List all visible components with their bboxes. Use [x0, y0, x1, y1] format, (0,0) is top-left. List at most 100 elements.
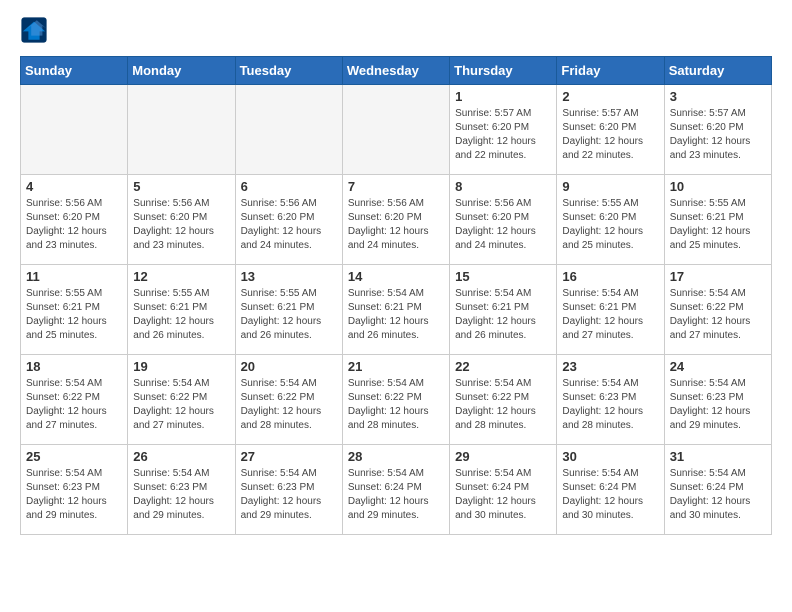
day-cell: 14 Sunrise: 5:54 AM Sunset: 6:21 PM Dayli… [342, 265, 449, 355]
day-cell: 22Sunrise: 5:54 AM Sunset: 6:22 PM Dayli… [450, 355, 557, 445]
logo [20, 16, 50, 44]
day-number: 6 [241, 179, 337, 194]
day-detail: Sunrise: 5:55 AM Sunset: 6:20 PM Dayligh… [562, 197, 658, 253]
day-detail: Sunrise: 5:55 AM Sunset: 6:21 PM Dayligh… [670, 197, 766, 253]
day-detail: Sunrise: 5:57 AM Sunset: 6:20 PM Dayligh… [455, 107, 551, 163]
day-number: 15 [455, 269, 551, 284]
day-number: 27 [241, 449, 337, 464]
day-cell [128, 85, 235, 175]
day-cell: 15 Sunrise: 5:54 AM Sunset: 6:21 PM Dayli… [450, 265, 557, 355]
day-cell: 16 Sunrise: 5:54 AM Sunset: 6:21 PM Dayli… [557, 265, 664, 355]
day-number: 11 [26, 269, 122, 284]
header [20, 16, 772, 44]
day-cell [235, 85, 342, 175]
day-detail: Sunrise: 5:56 AM Sunset: 6:20 PM Dayligh… [26, 197, 122, 253]
day-number: 29 [455, 449, 551, 464]
day-detail: Sunrise: 5:54 AM Sunset: 6:23 PM Dayligh… [133, 467, 229, 523]
day-detail: Sunrise: 5:54 AM Sunset: 6:23 PM Dayligh… [241, 467, 337, 523]
logo-icon [20, 16, 48, 44]
day-cell: 4 Sunrise: 5:56 AM Sunset: 6:20 PM Daylig… [21, 175, 128, 265]
day-detail: Sunrise: 5:54 AM Sunset: 6:22 PM Dayligh… [241, 377, 337, 433]
day-detail: Sunrise: 5:54 AM Sunset: 6:22 PM Dayligh… [455, 377, 551, 433]
day-detail: Sunrise: 5:54 AM Sunset: 6:24 PM Dayligh… [348, 467, 444, 523]
day-number: 14 [348, 269, 444, 284]
day-cell: 20 Sunrise: 5:54 AM Sunset: 6:22 PM Dayli… [235, 355, 342, 445]
day-detail: Sunrise: 5:55 AM Sunset: 6:21 PM Dayligh… [241, 287, 337, 343]
day-cell: 18Sunrise: 5:54 AM Sunset: 6:22 PM Dayli… [21, 355, 128, 445]
day-header-friday: Friday [557, 57, 664, 85]
day-detail: Sunrise: 5:54 AM Sunset: 6:21 PM Dayligh… [348, 287, 444, 343]
day-cell: 10 Sunrise: 5:55 AM Sunset: 6:21 PM Dayli… [664, 175, 771, 265]
day-detail: Sunrise: 5:56 AM Sunset: 6:20 PM Dayligh… [348, 197, 444, 253]
page: SundayMondayTuesdayWednesdayThursdayFrid… [0, 0, 792, 551]
day-detail: Sunrise: 5:54 AM Sunset: 6:24 PM Dayligh… [455, 467, 551, 523]
day-number: 19 [133, 359, 229, 374]
day-detail: Sunrise: 5:56 AM Sunset: 6:20 PM Dayligh… [455, 197, 551, 253]
day-detail: Sunrise: 5:56 AM Sunset: 6:20 PM Dayligh… [241, 197, 337, 253]
day-cell: 12Sunrise: 5:55 AM Sunset: 6:21 PM Dayli… [128, 265, 235, 355]
day-number: 17 [670, 269, 766, 284]
day-cell: 1 Sunrise: 5:57 AM Sunset: 6:20 PM Daylig… [450, 85, 557, 175]
day-number: 20 [241, 359, 337, 374]
day-detail: Sunrise: 5:57 AM Sunset: 6:20 PM Dayligh… [670, 107, 766, 163]
day-number: 4 [26, 179, 122, 194]
day-cell: 25 Sunrise: 5:54 AM Sunset: 6:23 PM Dayli… [21, 445, 128, 535]
day-cell: 28 Sunrise: 5:54 AM Sunset: 6:24 PM Dayli… [342, 445, 449, 535]
day-header-sunday: Sunday [21, 57, 128, 85]
day-number: 8 [455, 179, 551, 194]
day-detail: Sunrise: 5:55 AM Sunset: 6:21 PM Dayligh… [133, 287, 229, 343]
day-cell: 31 Sunrise: 5:54 AM Sunset: 6:24 PM Dayli… [664, 445, 771, 535]
day-cell: 11 Sunrise: 5:55 AM Sunset: 6:21 PM Dayli… [21, 265, 128, 355]
week-row-5: 25 Sunrise: 5:54 AM Sunset: 6:23 PM Dayli… [21, 445, 772, 535]
day-number: 7 [348, 179, 444, 194]
day-cell [342, 85, 449, 175]
day-cell: 29 Sunrise: 5:54 AM Sunset: 6:24 PM Dayli… [450, 445, 557, 535]
week-row-2: 4 Sunrise: 5:56 AM Sunset: 6:20 PM Daylig… [21, 175, 772, 265]
week-row-3: 11 Sunrise: 5:55 AM Sunset: 6:21 PM Dayli… [21, 265, 772, 355]
day-header-wednesday: Wednesday [342, 57, 449, 85]
day-cell: 9 Sunrise: 5:55 AM Sunset: 6:20 PM Daylig… [557, 175, 664, 265]
calendar-table: SundayMondayTuesdayWednesdayThursdayFrid… [20, 56, 772, 535]
day-cell: 13 Sunrise: 5:55 AM Sunset: 6:21 PM Dayli… [235, 265, 342, 355]
day-number: 21 [348, 359, 444, 374]
day-number: 25 [26, 449, 122, 464]
day-number: 28 [348, 449, 444, 464]
day-detail: Sunrise: 5:54 AM Sunset: 6:22 PM Dayligh… [348, 377, 444, 433]
day-header-thursday: Thursday [450, 57, 557, 85]
day-number: 18 [26, 359, 122, 374]
day-detail: Sunrise: 5:54 AM Sunset: 6:24 PM Dayligh… [562, 467, 658, 523]
day-detail: Sunrise: 5:54 AM Sunset: 6:23 PM Dayligh… [26, 467, 122, 523]
day-number: 2 [562, 89, 658, 104]
day-number: 23 [562, 359, 658, 374]
day-cell: 30Sunrise: 5:54 AM Sunset: 6:24 PM Dayli… [557, 445, 664, 535]
day-number: 9 [562, 179, 658, 194]
day-detail: Sunrise: 5:54 AM Sunset: 6:21 PM Dayligh… [455, 287, 551, 343]
day-number: 31 [670, 449, 766, 464]
day-cell: 6 Sunrise: 5:56 AM Sunset: 6:20 PM Daylig… [235, 175, 342, 265]
day-detail: Sunrise: 5:54 AM Sunset: 6:24 PM Dayligh… [670, 467, 766, 523]
day-detail: Sunrise: 5:54 AM Sunset: 6:22 PM Dayligh… [133, 377, 229, 433]
day-cell [21, 85, 128, 175]
day-number: 13 [241, 269, 337, 284]
week-row-1: 1 Sunrise: 5:57 AM Sunset: 6:20 PM Daylig… [21, 85, 772, 175]
day-cell: 7 Sunrise: 5:56 AM Sunset: 6:20 PM Daylig… [342, 175, 449, 265]
day-number: 1 [455, 89, 551, 104]
day-detail: Sunrise: 5:55 AM Sunset: 6:21 PM Dayligh… [26, 287, 122, 343]
day-detail: Sunrise: 5:54 AM Sunset: 6:21 PM Dayligh… [562, 287, 658, 343]
day-number: 10 [670, 179, 766, 194]
day-detail: Sunrise: 5:54 AM Sunset: 6:22 PM Dayligh… [670, 287, 766, 343]
day-cell: 3Sunrise: 5:57 AM Sunset: 6:20 PM Daylig… [664, 85, 771, 175]
day-cell: 21 Sunrise: 5:54 AM Sunset: 6:22 PM Dayli… [342, 355, 449, 445]
day-cell: 2 Sunrise: 5:57 AM Sunset: 6:20 PM Daylig… [557, 85, 664, 175]
day-detail: Sunrise: 5:57 AM Sunset: 6:20 PM Dayligh… [562, 107, 658, 163]
day-number: 24 [670, 359, 766, 374]
day-cell: 27 Sunrise: 5:54 AM Sunset: 6:23 PM Dayli… [235, 445, 342, 535]
day-detail: Sunrise: 5:56 AM Sunset: 6:20 PM Dayligh… [133, 197, 229, 253]
day-number: 16 [562, 269, 658, 284]
day-number: 26 [133, 449, 229, 464]
day-cell: 5 Sunrise: 5:56 AM Sunset: 6:20 PM Daylig… [128, 175, 235, 265]
day-cell: 17 Sunrise: 5:54 AM Sunset: 6:22 PM Dayli… [664, 265, 771, 355]
week-row-4: 18 Sunrise: 5:54 AM Sunset: 6:22 PM Dayli… [21, 355, 772, 445]
day-number: 5 [133, 179, 229, 194]
day-header-monday: Monday [128, 57, 235, 85]
